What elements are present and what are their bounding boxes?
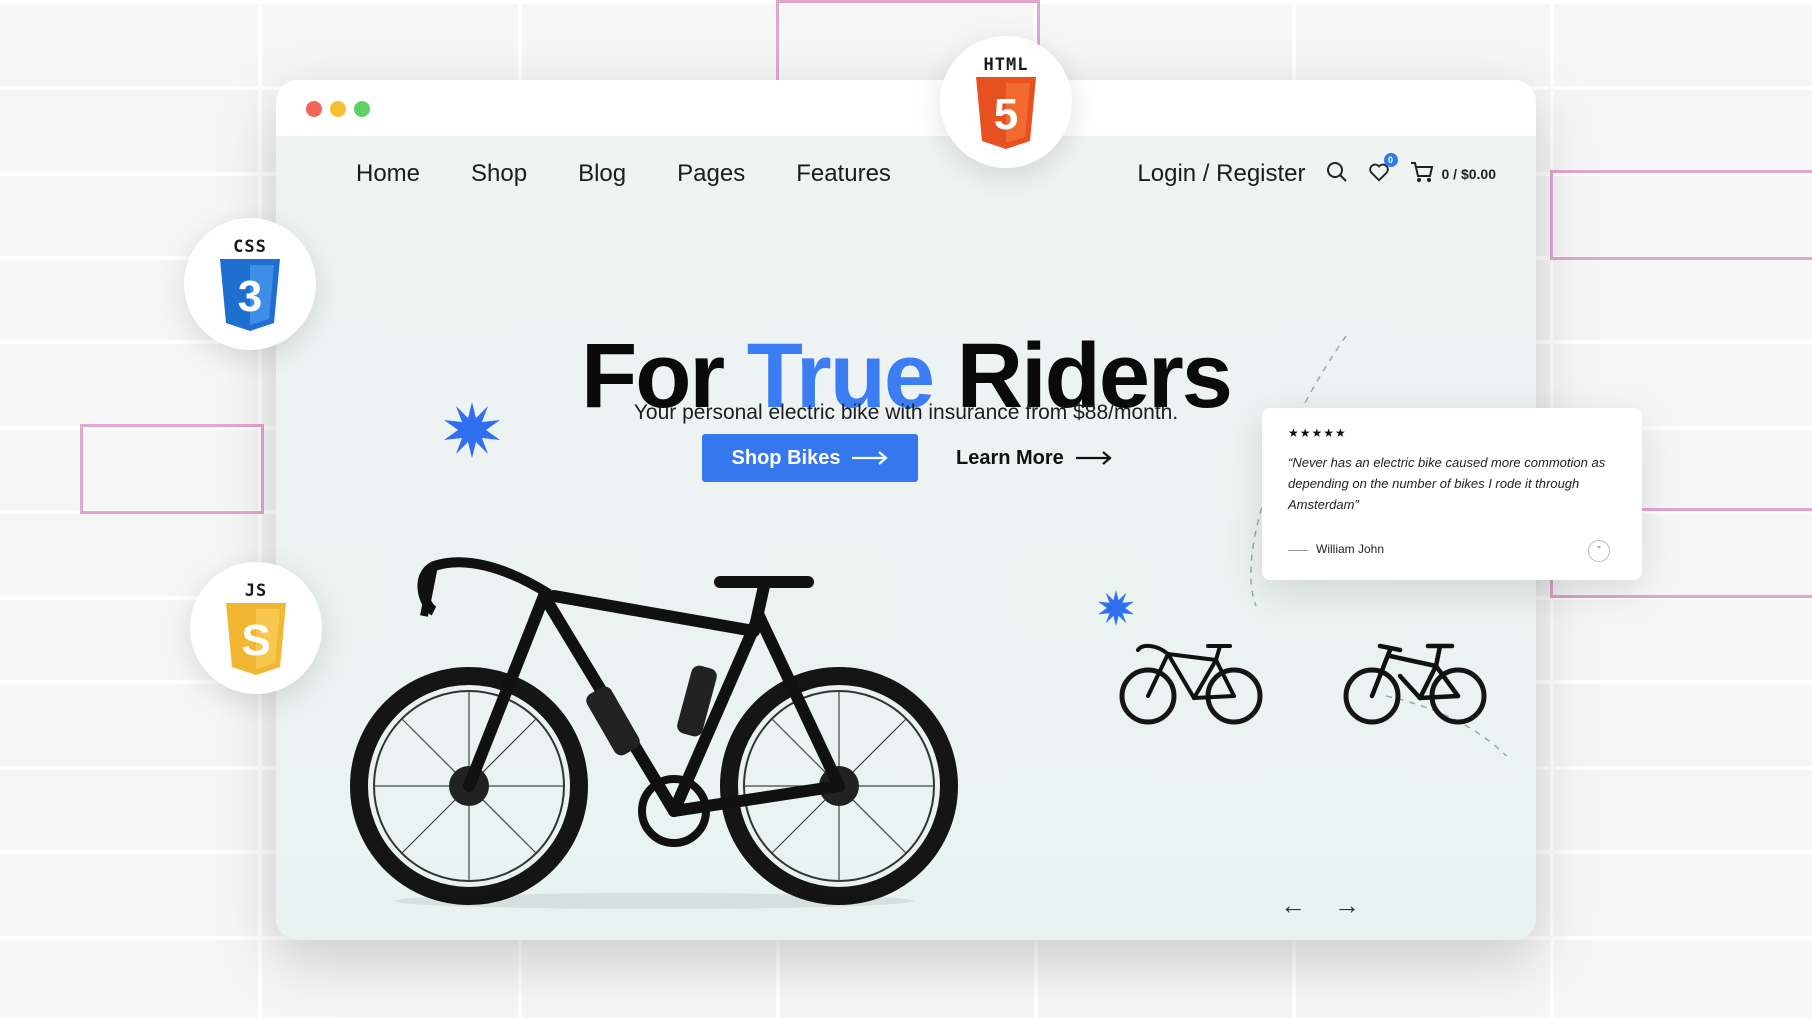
nav-item-blog[interactable]: Blog (578, 160, 626, 188)
starburst-decoration-small (1098, 590, 1134, 626)
shop-bikes-label: Shop Bikes (731, 446, 841, 469)
js-badge: JS S (190, 562, 322, 694)
html5-shield-icon: 5 (976, 77, 1036, 149)
rating-stars: ★★★★★ (1288, 426, 1347, 440)
js-shield-icon: S (226, 603, 286, 675)
testimonial-quote: “Never has an electric bike caused more … (1288, 455, 1606, 512)
window-close-dot[interactable] (306, 101, 322, 117)
author-divider (1288, 550, 1308, 551)
slider-prev-arrow[interactable]: ← (1280, 890, 1306, 921)
nav-item-home[interactable]: Home (356, 160, 420, 188)
window-minimize-dot[interactable] (330, 101, 346, 117)
learn-more-label: Learn More (956, 446, 1064, 469)
road-bike-image (350, 557, 958, 909)
testimonial-author: William John (1316, 542, 1385, 556)
thumbnail-road-bike-image[interactable] (1116, 636, 1266, 726)
slider-next-arrow[interactable]: → (1334, 890, 1360, 921)
quote-icon: ” (1588, 540, 1610, 562)
thumbnail-mountain-bike-image[interactable] (1340, 636, 1490, 726)
arrow-right-icon (852, 451, 889, 465)
search-icon[interactable] (1326, 161, 1348, 188)
cart-total[interactable]: 0 / $0.00 (1442, 166, 1497, 182)
arrow-right-icon (1075, 451, 1112, 465)
wishlist-count-badge: 0 (1383, 152, 1398, 167)
shop-bikes-button[interactable]: Shop Bikes (702, 434, 918, 482)
slider-controls: ← → (1280, 890, 1360, 921)
browser-titlebar (276, 80, 1536, 136)
css-label: CSS (233, 237, 267, 257)
nav-item-shop[interactable]: Shop (471, 160, 527, 188)
testimonial-card: ★★★★★ “Never has an electric bike caused… (1262, 408, 1642, 580)
svg-text:S: S (241, 616, 270, 665)
js-label: JS (244, 581, 268, 601)
css3-badge: CSS 3 (184, 218, 316, 350)
starburst-decoration (444, 402, 500, 458)
html-label: HTML (983, 55, 1029, 75)
nav-actions: Login / Register 0 0 / $0.00 (1137, 152, 1497, 188)
login-register-link[interactable]: Login / Register (1137, 160, 1305, 188)
nav-item-pages[interactable]: Pages (677, 160, 745, 188)
main-nav: Home Shop Blog Pages Features (356, 160, 891, 188)
svg-text:3: 3 (238, 272, 262, 321)
css3-shield-icon: 3 (220, 259, 280, 331)
svg-text:5: 5 (994, 90, 1018, 139)
cart-icon[interactable] (1410, 161, 1434, 188)
nav-item-features[interactable]: Features (796, 160, 891, 188)
learn-more-link[interactable]: Learn More (956, 434, 1112, 482)
wishlist-icon[interactable]: 0 (1368, 152, 1398, 188)
html5-badge: HTML 5 (940, 36, 1072, 168)
window-maximize-dot[interactable] (354, 101, 370, 117)
